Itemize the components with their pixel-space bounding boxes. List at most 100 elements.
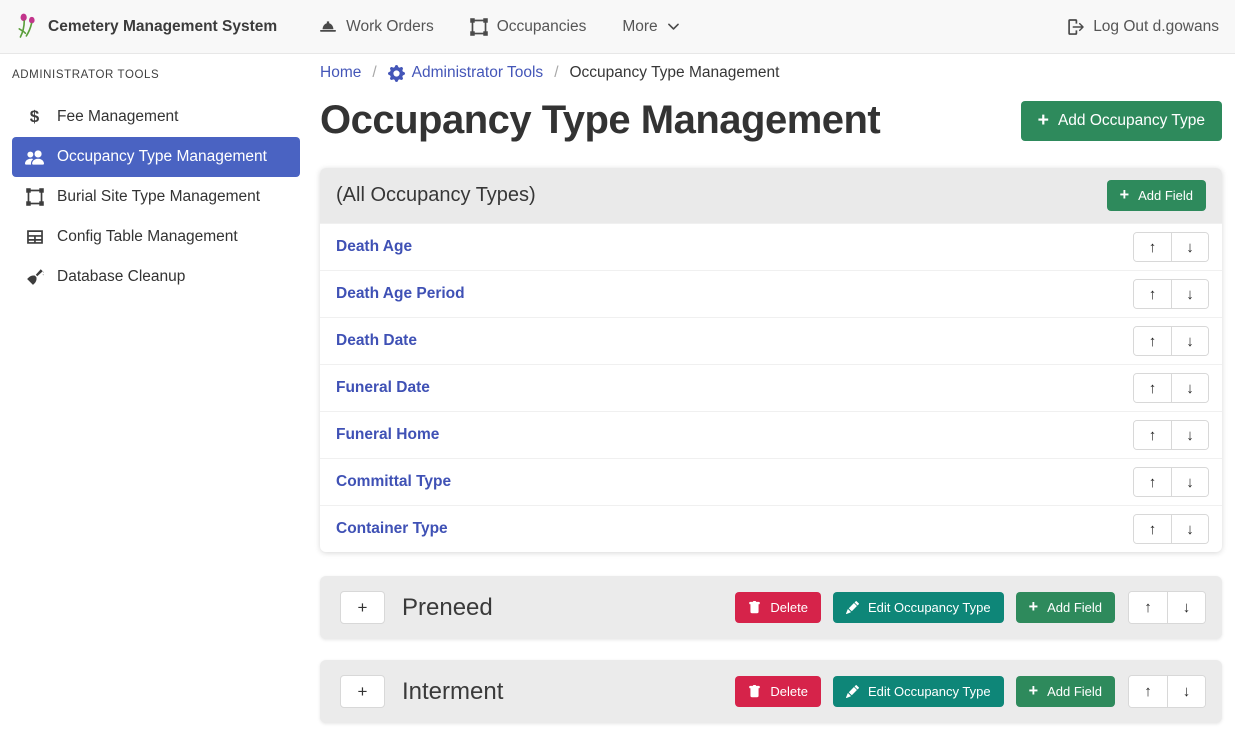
gear-icon [388, 65, 405, 82]
section-title: Interment [402, 678, 503, 706]
breadcrumb-current: Occupancy Type Management [570, 64, 780, 82]
field-row: Death Age ↑ ↓ [320, 223, 1222, 270]
field-link[interactable]: Death Age Period [336, 285, 465, 303]
sidebar-item-fee-management[interactable]: $ Fee Management [12, 97, 300, 137]
nav-occupancies[interactable]: Occupancies [470, 18, 587, 36]
edit-label: Edit Occupancy Type [868, 684, 991, 699]
sidebar-item-label: Burial Site Type Management [57, 188, 260, 206]
delete-label: Delete [770, 684, 808, 699]
delete-button[interactable]: Delete [735, 676, 821, 707]
app-brand[interactable]: Cemetery Management System [16, 12, 277, 41]
move-down-button[interactable]: ↓ [1171, 515, 1208, 543]
sidebar-item-config-table-management[interactable]: Config Table Management [12, 217, 300, 257]
hard-hat-icon [319, 18, 337, 36]
expand-button[interactable]: + [340, 591, 385, 624]
up-arrow-icon: ↑ [1149, 427, 1157, 444]
sidebar-item-burial-site-type-management[interactable]: Burial Site Type Management [12, 177, 300, 217]
trash-icon [748, 685, 761, 698]
trash-icon [748, 601, 761, 614]
field-row: Container Type ↑ ↓ [320, 505, 1222, 552]
plus-icon: + [1029, 684, 1039, 699]
chevron-down-icon [667, 20, 680, 33]
delete-button[interactable]: Delete [735, 592, 821, 623]
field-link[interactable]: Container Type [336, 520, 448, 538]
up-arrow-icon: ↑ [1149, 286, 1157, 303]
nav-occupancies-label: Occupancies [497, 18, 587, 36]
reorder-group: ↑ ↓ [1133, 420, 1209, 450]
move-down-button[interactable]: ↓ [1171, 468, 1208, 496]
sidebar-item-occupancy-type-management[interactable]: Occupancy Type Management [12, 137, 300, 177]
table-icon [24, 228, 45, 246]
move-up-button[interactable]: ↑ [1134, 468, 1171, 496]
field-row: Death Age Period ↑ ↓ [320, 270, 1222, 317]
field-link[interactable]: Committal Type [336, 473, 451, 491]
delete-label: Delete [770, 600, 808, 615]
move-down-button[interactable]: ↓ [1171, 421, 1208, 449]
nav-more[interactable]: More [622, 18, 679, 36]
move-up-button[interactable]: ↑ [1134, 280, 1171, 308]
all-occupancy-types-card: (All Occupancy Types) + Add Field Death … [320, 168, 1222, 552]
add-field-button[interactable]: + Add Field [1016, 592, 1115, 623]
breadcrumb-admin-tools-link[interactable]: Administrator Tools [388, 64, 544, 82]
add-occupancy-type-button[interactable]: + Add Occupancy Type [1021, 101, 1222, 141]
move-down-button[interactable]: ↓ [1171, 327, 1208, 355]
move-down-button[interactable]: ↓ [1171, 233, 1208, 261]
sidebar-item-database-cleanup[interactable]: Database Cleanup [12, 257, 300, 297]
down-arrow-icon: ↓ [1186, 239, 1194, 256]
add-field-button[interactable]: + Add Field [1016, 676, 1115, 707]
sign-out-icon [1066, 18, 1084, 36]
move-down-button[interactable]: ↓ [1167, 592, 1205, 623]
nav-more-label: More [622, 18, 657, 36]
nav-work-orders-label: Work Orders [346, 18, 434, 36]
occupancy-type-section-interment: + Interment Delete Edit Occupancy Type [320, 660, 1222, 723]
plus-icon: + [1120, 188, 1130, 203]
field-link[interactable]: Funeral Date [336, 379, 430, 397]
field-row: Funeral Home ↑ ↓ [320, 411, 1222, 458]
plus-icon: + [1029, 600, 1039, 615]
sidebar-item-label: Fee Management [57, 108, 179, 126]
field-link[interactable]: Death Date [336, 332, 417, 350]
app-title: Cemetery Management System [48, 18, 277, 36]
down-arrow-icon: ↓ [1183, 683, 1191, 700]
edit-occupancy-type-button[interactable]: Edit Occupancy Type [833, 592, 1004, 623]
breadcrumb-home-link[interactable]: Home [320, 64, 361, 82]
breadcrumb-separator: / [372, 64, 376, 82]
users-icon [24, 148, 45, 167]
nav-work-orders[interactable]: Work Orders [319, 18, 434, 36]
move-up-button[interactable]: ↑ [1134, 515, 1171, 543]
move-up-button[interactable]: ↑ [1134, 374, 1171, 402]
reorder-group: ↑ ↓ [1133, 279, 1209, 309]
move-up-button[interactable]: ↑ [1129, 592, 1167, 623]
down-arrow-icon: ↓ [1186, 286, 1194, 303]
move-up-button[interactable]: ↑ [1129, 676, 1167, 707]
field-link[interactable]: Death Age [336, 238, 412, 256]
field-row: Committal Type ↑ ↓ [320, 458, 1222, 505]
move-down-button[interactable]: ↓ [1171, 374, 1208, 402]
add-occupancy-type-label: Add Occupancy Type [1058, 112, 1205, 130]
card-title: (All Occupancy Types) [336, 184, 536, 207]
move-down-button[interactable]: ↓ [1171, 280, 1208, 308]
edit-occupancy-type-button[interactable]: Edit Occupancy Type [833, 676, 1004, 707]
sidebar-item-label: Database Cleanup [57, 268, 185, 286]
occupancy-portrait-icon [470, 18, 488, 36]
expand-button[interactable]: + [340, 675, 385, 708]
breadcrumb-separator: / [554, 64, 558, 82]
add-field-button[interactable]: + Add Field [1107, 180, 1206, 211]
pencil-icon [846, 601, 859, 614]
top-navbar: Cemetery Management System Work Orders [0, 0, 1235, 54]
move-up-button[interactable]: ↑ [1134, 327, 1171, 355]
sidebar-heading: Administrator Tools [12, 64, 300, 97]
up-arrow-icon: ↑ [1144, 599, 1152, 616]
move-up-button[interactable]: ↑ [1134, 233, 1171, 261]
up-arrow-icon: ↑ [1149, 521, 1157, 538]
breadcrumb: Home / Administrator Tools / Occupancy T… [320, 64, 1222, 82]
down-arrow-icon: ↓ [1186, 427, 1194, 444]
reorder-group: ↑ ↓ [1133, 467, 1209, 497]
crop-frame-icon [24, 188, 45, 206]
move-down-button[interactable]: ↓ [1167, 676, 1205, 707]
move-up-button[interactable]: ↑ [1134, 421, 1171, 449]
field-link[interactable]: Funeral Home [336, 426, 439, 444]
pencil-icon [846, 685, 859, 698]
logout-button[interactable]: Log Out d.gowans [1066, 18, 1219, 36]
field-row: Death Date ↑ ↓ [320, 317, 1222, 364]
